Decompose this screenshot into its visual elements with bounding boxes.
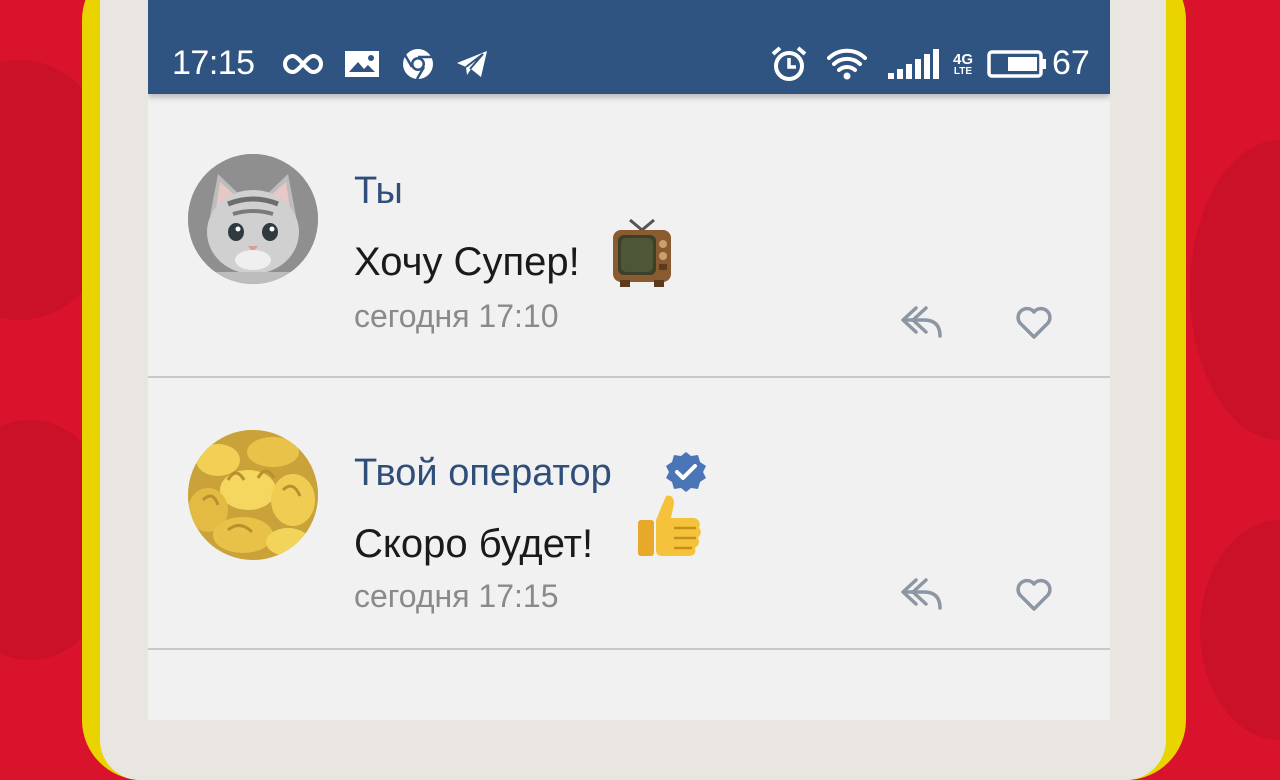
image-icon <box>344 44 380 84</box>
television-emoji <box>612 216 672 293</box>
status-time: 17:15 <box>172 44 255 82</box>
avatar[interactable] <box>188 430 318 560</box>
like-heart-icon[interactable] <box>1010 570 1058 618</box>
battery-percent: 67 <box>1052 44 1090 82</box>
divider <box>148 648 1110 650</box>
status-bar: 17:15 4G LTE 67 <box>148 0 1110 94</box>
signal-icon <box>888 44 940 84</box>
kitten-photo <box>188 154 318 284</box>
network-subtype-text: LTE <box>953 65 973 77</box>
emoji-hands-photo <box>188 430 318 560</box>
battery-icon <box>986 44 1048 84</box>
message-text: Скоро будет! <box>354 522 594 566</box>
network-type-text: 4G <box>952 50 973 68</box>
message-item: Твой оператор Скоро будет! сегодня 17:15 <box>148 378 1110 648</box>
author-name[interactable]: Твой оператор <box>354 452 612 495</box>
reply-icon[interactable] <box>898 298 946 346</box>
chrome-icon <box>400 44 436 84</box>
like-heart-icon[interactable] <box>1010 298 1058 346</box>
infinity-icon <box>280 44 326 84</box>
wifi-icon <box>826 44 868 84</box>
reply-icon[interactable] <box>898 570 946 618</box>
avatar[interactable] <box>188 154 318 284</box>
author-name[interactable]: Ты <box>354 170 403 213</box>
telegram-icon <box>454 44 490 84</box>
alarm-icon <box>770 44 808 84</box>
message-timestamp: сегодня 17:10 <box>354 298 559 334</box>
network-type-label: 4G LTE <box>948 44 978 84</box>
thumbs-up-emoji <box>632 490 704 567</box>
background-shape <box>1190 140 1280 440</box>
background-shape <box>1200 520 1280 740</box>
phone-screen: 17:15 4G LTE 67 Ты Хочу Супер! сегодня 1… <box>148 0 1110 720</box>
message-timestamp: сегодня 17:15 <box>354 578 559 614</box>
message-text: Хочу Супер! <box>354 240 580 284</box>
message-item: Ты Хочу Супер! сегодня 17:10 <box>148 94 1110 376</box>
